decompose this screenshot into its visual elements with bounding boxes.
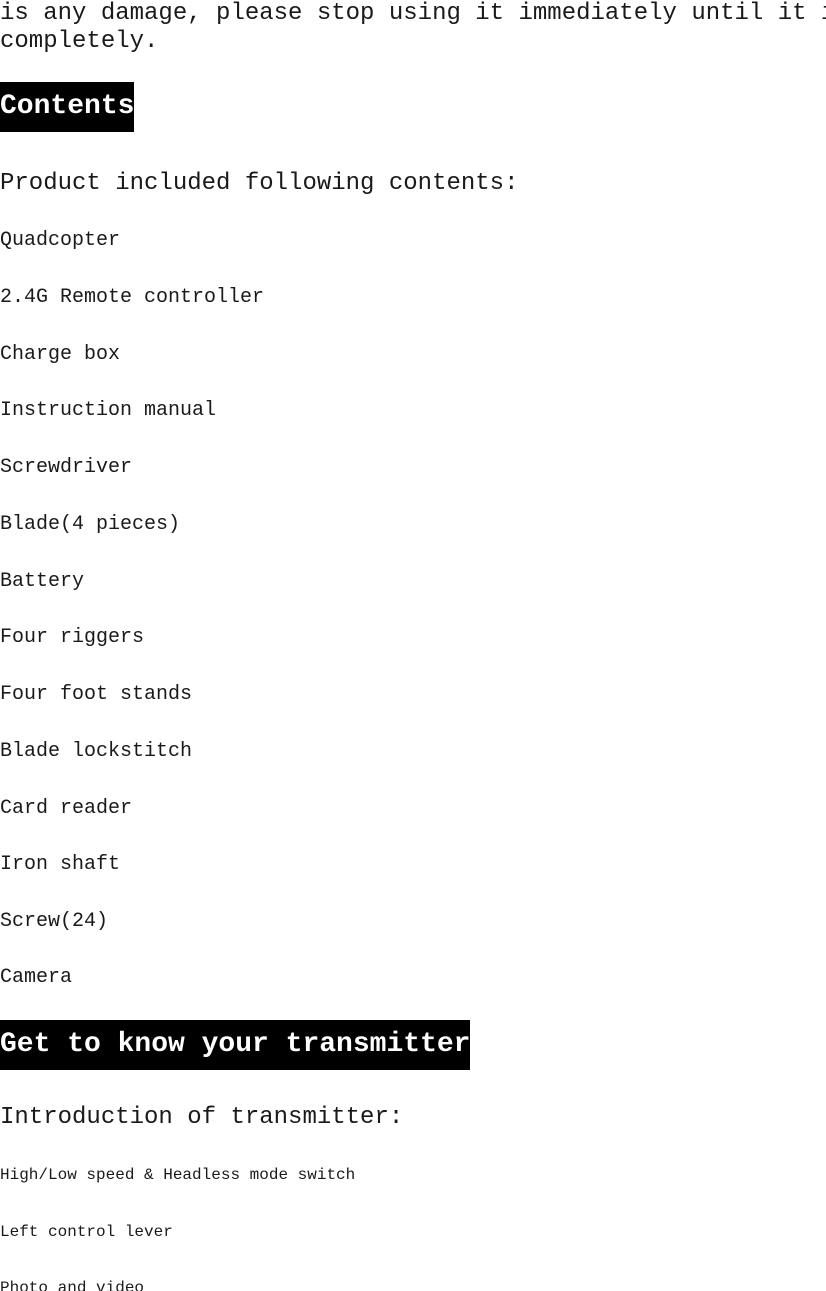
list-item: Four riggers: [0, 626, 145, 649]
list-item: Photo and video: [0, 1279, 145, 1291]
list-item: Iron shaft: [0, 853, 121, 876]
list-item: Quadcopter: [0, 229, 121, 252]
intro-paragraph-line-1: is any damage, please stop using it imme…: [0, 0, 826, 27]
document-page: is any damage, please stop using it imme…: [0, 0, 826, 1291]
list-item: Blade(4 pieces): [0, 513, 181, 536]
list-item: Blade lockstitch: [0, 740, 193, 763]
intro-paragraph-line-2: completely.: [0, 28, 159, 55]
section-heading-transmitter: Get to know your transmitter: [0, 1020, 471, 1070]
list-item: Left control lever: [0, 1223, 173, 1241]
list-item: Instruction manual: [0, 399, 217, 422]
list-item: 2.4G Remote controller: [0, 286, 265, 309]
list-item: Four foot stands: [0, 683, 193, 706]
section-heading-contents: Contents: [0, 82, 135, 132]
list-item: Screw(24): [0, 910, 109, 933]
contents-lead-text: Product included following contents:: [0, 170, 519, 197]
list-item: High/Low speed & Headless mode switch: [0, 1166, 356, 1184]
transmitter-lead-text: Introduction of transmitter:: [0, 1104, 404, 1131]
list-item: Card reader: [0, 797, 133, 820]
list-item: Charge box: [0, 343, 121, 366]
list-item: Screwdriver: [0, 456, 133, 479]
list-item: Camera: [0, 966, 73, 989]
list-item: Battery: [0, 570, 85, 593]
